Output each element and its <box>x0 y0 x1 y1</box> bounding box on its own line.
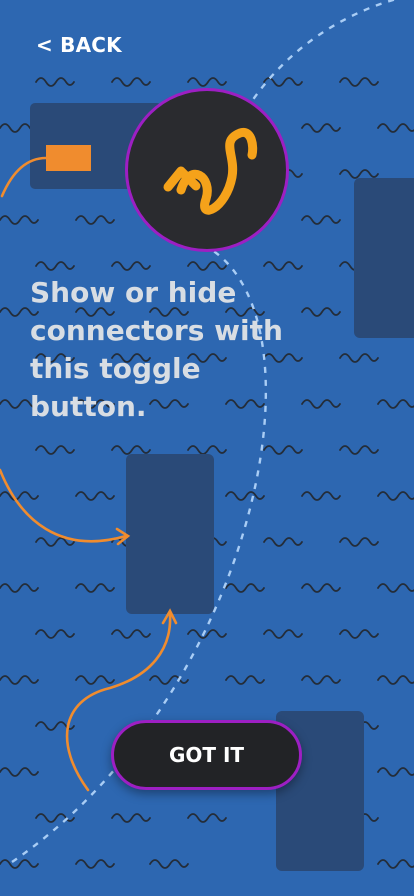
connector-toggle-icon <box>163 128 258 215</box>
panel-right-edge <box>354 178 414 338</box>
connector-middle <box>0 468 128 543</box>
connector-toggle-button[interactable] <box>125 88 289 252</box>
back-button[interactable]: < BACK <box>36 30 122 60</box>
panel-center <box>126 454 214 614</box>
orange-connector-node <box>46 145 91 171</box>
tutorial-message: Show or hide connectors with this toggle… <box>30 276 283 423</box>
got-it-button[interactable]: GOT IT <box>111 720 302 790</box>
tutorial-screen: < BACK Show or hide connectors with this… <box>0 0 414 896</box>
